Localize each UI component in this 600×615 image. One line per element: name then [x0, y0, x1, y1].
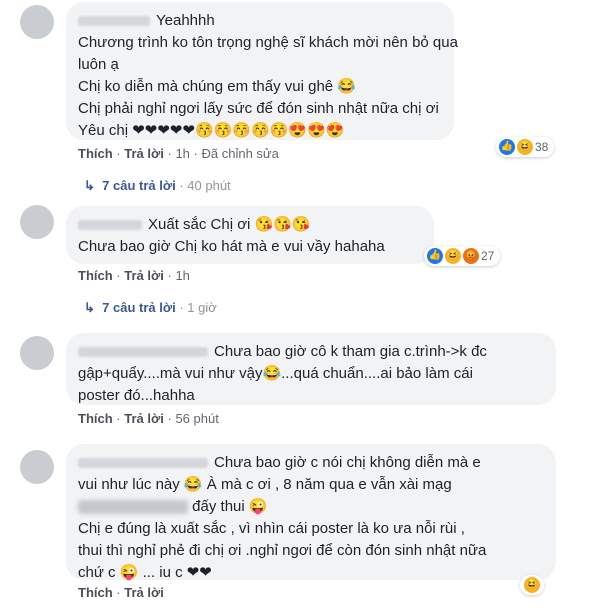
reply-link[interactable]: Trả lời: [124, 585, 164, 600]
avatar[interactable]: [20, 205, 54, 239]
comment-text: Chị e đúng là xuất sắc , vì nhìn cái pos…: [78, 520, 465, 537]
like-link[interactable]: Thích: [78, 585, 113, 600]
reaction-count: 38: [535, 140, 549, 154]
separator: ·: [193, 146, 198, 161]
separator: ·: [167, 268, 172, 283]
comment-text: Yeahhhh: [156, 12, 215, 29]
comment-text: Chị ko diễn mà chúng em thấy vui ghê 😂: [78, 78, 356, 95]
comment-text: Chưa bao giờ cô k tham gia c.trình->k đc: [214, 343, 487, 360]
reply-arrow-icon: ↳: [84, 300, 95, 315]
comment-text: Chưa bao giờ c nói chị không diễn mà e: [214, 454, 481, 471]
comment-text: gập+quẩy....mà vui như vậy😂...quá chuẩn.…: [78, 365, 473, 382]
replies-count[interactable]: 7 câu trả lời: [102, 178, 176, 193]
replies-time: 1 giờ: [187, 300, 217, 315]
separator: ·: [179, 178, 184, 193]
commenter-name[interactable]: [78, 16, 150, 27]
timestamp[interactable]: 56 phút: [175, 411, 218, 426]
edited-label[interactable]: Đã chỉnh sửa: [202, 146, 279, 161]
comment-bubble: Xuất sắc Chị ơi 😘😘😘 Chưa bao giờ Chị ko …: [66, 206, 434, 264]
commenter-name[interactable]: [78, 347, 208, 358]
separator: ·: [167, 146, 172, 161]
separator: ·: [167, 411, 172, 426]
replies-time: 40 phút: [187, 178, 231, 193]
haha-reaction-icon: 😆: [517, 139, 533, 155]
view-replies[interactable]: ↳ 7 câu trả lời · 40 phút: [84, 178, 231, 194]
view-replies[interactable]: ↳ 7 câu trả lời · 1 giờ: [84, 300, 217, 316]
avatar[interactable]: [20, 336, 54, 370]
comment-text: đấy thui 😜: [192, 498, 268, 515]
haha-reaction-icon: 😆: [524, 577, 540, 593]
haha-reaction-icon: 😆: [445, 248, 461, 264]
comment-text: Chương trình ko tôn trọng nghệ sĩ khách …: [78, 34, 458, 51]
comment-text: thui thì nghỉ phẻ đi chị ơi .nghỉ ngơi đ…: [78, 542, 487, 559]
comment-text: Chị phải nghỉ ngơi lấy sức để đón sinh n…: [78, 100, 439, 117]
reaction-count: 27: [481, 249, 495, 263]
like-link[interactable]: Thích: [78, 411, 113, 426]
like-reaction-icon: 👍: [499, 139, 515, 155]
comment-text: poster đó...hahha: [78, 387, 195, 404]
timestamp[interactable]: 1h: [175, 146, 189, 161]
reaction-summary[interactable]: 👍 😆 38: [496, 137, 555, 157]
comment-actions: Thích · Trả lời: [78, 585, 164, 600]
like-link[interactable]: Thích: [78, 146, 113, 161]
comment-text: vui như lúc này 😂 À mà c ơi , 8 năm qua …: [78, 476, 452, 493]
comment-text: luôn ạ: [78, 56, 119, 73]
commenter-name[interactable]: [78, 458, 208, 469]
separator: ·: [116, 268, 121, 283]
comment-text: Chưa bao giờ Chị ko hát mà e vui vầy hah…: [78, 238, 385, 255]
separator: ·: [116, 585, 121, 600]
separator: ·: [116, 411, 121, 426]
reaction-summary[interactable]: 😆: [520, 575, 544, 595]
reply-arrow-icon: ↳: [84, 178, 95, 193]
like-reaction-icon: 👍: [427, 248, 443, 264]
replies-count[interactable]: 7 câu trả lời: [102, 300, 176, 315]
reply-link[interactable]: Trả lời: [124, 268, 164, 283]
comment-actions: Thích · Trả lời · 56 phút: [78, 411, 219, 426]
separator: ·: [179, 300, 184, 315]
comment-text: Xuất sắc Chị ơi 😘😘😘: [148, 216, 311, 233]
avatar[interactable]: [20, 450, 54, 484]
reply-link[interactable]: Trả lời: [124, 146, 164, 161]
comment-actions: Thích · Trả lời · 1h: [78, 268, 190, 283]
comment-text: chứ c 😜 ... iu c ❤❤: [78, 564, 212, 581]
comment-text: Yêu chị ❤❤❤❤❤😚😚😚😚😚😍😍😍: [78, 122, 345, 139]
separator: ·: [116, 146, 121, 161]
timestamp[interactable]: 1h: [175, 268, 189, 283]
reaction-summary[interactable]: 👍 😆 😡 27: [424, 246, 501, 266]
redacted-text: [78, 500, 188, 515]
avatar[interactable]: [20, 5, 54, 39]
comment-bubble: Chưa bao giờ c nói chị không diễn mà e v…: [66, 444, 556, 581]
like-link[interactable]: Thích: [78, 268, 113, 283]
angry-reaction-icon: 😡: [463, 248, 479, 264]
comment-bubble: Chưa bao giờ cô k tham gia c.trình->k đc…: [66, 333, 556, 405]
reply-link[interactable]: Trả lời: [124, 411, 164, 426]
comment-actions: Thích · Trả lời · 1h · Đã chỉnh sửa: [78, 146, 279, 161]
comment-bubble: Yeahhhh Chương trình ko tôn trọng nghệ s…: [66, 2, 458, 140]
commenter-name[interactable]: [78, 220, 142, 231]
